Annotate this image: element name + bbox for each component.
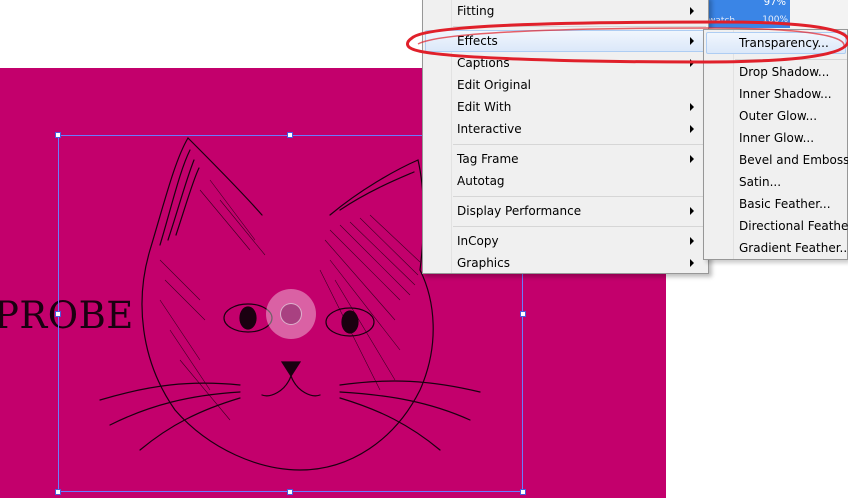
submenu-arrow-icon <box>690 207 694 215</box>
frame-handle-bottom-left[interactable] <box>55 489 61 495</box>
submenu-arrow-icon <box>690 125 694 133</box>
menu-item-label: Edit Original <box>457 78 532 92</box>
submenu-item-label: Inner Shadow... <box>739 87 832 101</box>
swatch-value: 100% <box>762 15 788 25</box>
menu-item-label: Captions <box>457 56 510 70</box>
submenu-item-label: Transparency... <box>739 36 829 50</box>
submenu-item-label: Outer Glow... <box>739 109 818 123</box>
menu-item-label: Autotag <box>457 174 505 188</box>
menu-item-label: Effects <box>457 34 498 48</box>
submenu-item-bevel-emboss[interactable]: Bevel and Emboss... <box>706 149 848 171</box>
submenu-separator <box>735 59 847 60</box>
menu-item-edit-with[interactable]: Edit With <box>425 96 706 118</box>
opacity-bar: 97% watch 100% <box>704 0 790 28</box>
menu-item-incopy[interactable]: InCopy <box>425 230 706 252</box>
menu-separator <box>453 196 706 197</box>
frame-handle-bottom-right[interactable] <box>520 489 526 495</box>
frame-handle-bottom-center[interactable] <box>287 489 293 495</box>
submenu-arrow-icon <box>690 59 694 67</box>
submenu-item-label: Drop Shadow... <box>739 65 830 79</box>
swatch-label: watch <box>708 16 736 26</box>
menu-item-label: InCopy <box>457 234 499 248</box>
submenu-arrow-icon <box>690 237 694 245</box>
menu-item-label: Display Performance <box>457 204 582 218</box>
submenu-item-inner-shadow[interactable]: Inner Shadow... <box>706 83 848 105</box>
menu-item-label: Fitting <box>457 4 495 18</box>
content-grabber[interactable] <box>266 289 316 339</box>
menu-item-label: Edit With <box>457 100 512 114</box>
menu-separator <box>453 226 706 227</box>
effects-submenu: Transparency... Drop Shadow... Inner Sha… <box>703 29 848 260</box>
menu-item-edit-original[interactable]: Edit Original <box>425 74 706 96</box>
submenu-item-gradient-feather[interactable]: Gradient Feather... <box>706 237 848 259</box>
submenu-arrow-icon <box>690 37 694 45</box>
menu-item-autotag[interactable]: Autotag <box>425 170 706 192</box>
menu-separator <box>453 144 706 145</box>
frame-handle-middle-left[interactable] <box>55 311 61 317</box>
menu-item-label: Tag Frame <box>457 152 519 166</box>
frame-handle-middle-right[interactable] <box>520 311 526 317</box>
submenu-arrow-icon <box>690 103 694 111</box>
submenu-arrow-icon <box>690 7 694 15</box>
document-canvas: PROBE 97% watch 100% Fitting Effects Cap… <box>0 0 848 498</box>
submenu-item-label: Bevel and Emboss... <box>739 153 848 167</box>
submenu-item-outer-glow[interactable]: Outer Glow... <box>706 105 848 127</box>
menu-item-interactive[interactable]: Interactive <box>425 118 706 140</box>
context-menu: Fitting Effects Captions Edit Original E… <box>422 0 709 274</box>
opacity-value: 97% <box>763 0 786 8</box>
menu-item-graphics[interactable]: Graphics <box>425 252 706 274</box>
submenu-item-satin[interactable]: Satin... <box>706 171 848 193</box>
menu-item-effects[interactable]: Effects <box>425 30 706 52</box>
submenu-item-label: Gradient Feather... <box>739 241 848 255</box>
menu-separator <box>453 26 706 27</box>
submenu-item-directional-feather[interactable]: Directional Feather... <box>706 215 848 237</box>
submenu-item-transparency[interactable]: Transparency... <box>706 32 846 54</box>
submenu-item-label: Basic Feather... <box>739 197 831 211</box>
menu-item-display-performance[interactable]: Display Performance <box>425 200 706 222</box>
menu-item-tag-frame[interactable]: Tag Frame <box>425 148 706 170</box>
submenu-item-label: Directional Feather... <box>739 219 848 233</box>
submenu-item-label: Inner Glow... <box>739 131 815 145</box>
menu-item-fitting[interactable]: Fitting <box>425 0 706 22</box>
submenu-arrow-icon <box>690 259 694 267</box>
submenu-item-drop-shadow[interactable]: Drop Shadow... <box>706 61 848 83</box>
content-grabber-center[interactable] <box>280 303 302 325</box>
frame-handle-top-center[interactable] <box>287 132 293 138</box>
submenu-item-label: Satin... <box>739 175 782 189</box>
menu-item-label: Graphics <box>457 256 510 270</box>
frame-handle-top-left[interactable] <box>55 132 61 138</box>
submenu-arrow-icon <box>690 155 694 163</box>
submenu-item-inner-glow[interactable]: Inner Glow... <box>706 127 848 149</box>
menu-item-captions[interactable]: Captions <box>425 52 706 74</box>
submenu-item-basic-feather[interactable]: Basic Feather... <box>706 193 848 215</box>
menu-item-label: Interactive <box>457 122 522 136</box>
